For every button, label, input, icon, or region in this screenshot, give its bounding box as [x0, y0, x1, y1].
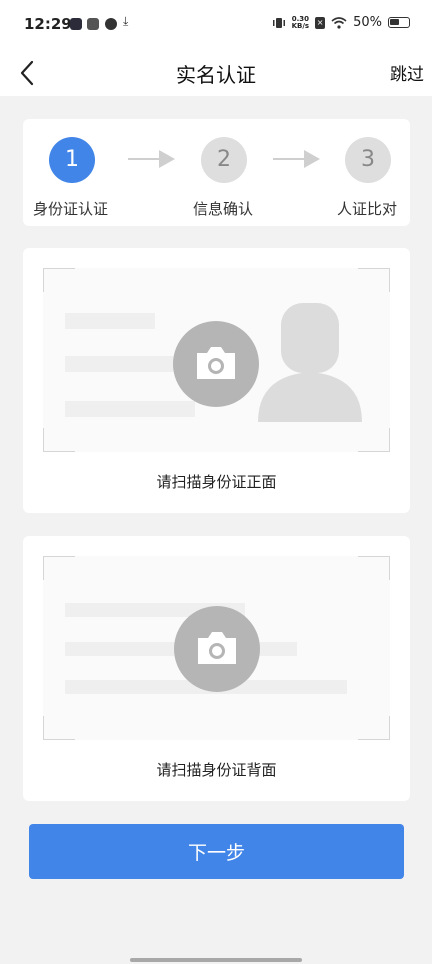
status-bar: 12:29 ⤓ 0.30 KB/s × 50% [0, 0, 432, 50]
front-card-caption: 请扫描身份证正面 [156, 473, 277, 491]
camera-icon [197, 347, 235, 379]
download-icon: ⤓ [123, 14, 129, 28]
id-back-card[interactable]: 请扫描身份证背面 [23, 536, 410, 801]
nav-bar: 实名认证 跳过 [0, 50, 432, 96]
arrow-head-icon [304, 150, 320, 168]
vibrate-icon [272, 17, 285, 28]
media-app-icon [70, 18, 82, 30]
back-card-caption: 请扫描身份证背面 [156, 761, 277, 779]
status-right-group: 0.30 KB/s × 50% [272, 15, 410, 30]
id-front-card[interactable]: 请扫描身份证正面 [23, 248, 410, 513]
step-2-label: 信息确认 [193, 200, 254, 218]
close-notification-icon: × [315, 16, 326, 29]
step-3-label: 人证比对 [337, 200, 398, 218]
network-speed: 0.30 KB/s [291, 15, 310, 30]
steps-card: 1 身份证认证 2 信息确认 3 人证比对 [23, 119, 410, 226]
scan-front-camera-button[interactable] [173, 321, 259, 407]
battery-percent: 50% [353, 15, 382, 30]
wifi-icon [331, 16, 347, 29]
step-3-circle: 3 [345, 137, 391, 183]
network-speed-unit: KB/s [291, 21, 310, 30]
page-title: 实名认证 [176, 63, 256, 87]
scan-back-camera-button[interactable] [174, 606, 260, 692]
home-indicator[interactable] [130, 958, 302, 962]
battery-icon [388, 17, 410, 28]
step-2-circle: 2 [201, 137, 247, 183]
next-step-button[interactable]: 下一步 [29, 824, 404, 879]
skip-button[interactable]: 跳过 [390, 60, 424, 85]
step-1-circle: 1 [49, 137, 95, 183]
camera-icon [198, 632, 236, 664]
check-circle-icon [105, 18, 117, 30]
notification-app-icon [87, 18, 99, 30]
step-1-label: 身份证认证 [33, 200, 109, 218]
status-time: 12:29 [24, 15, 72, 33]
arrow-head-icon [159, 150, 175, 168]
